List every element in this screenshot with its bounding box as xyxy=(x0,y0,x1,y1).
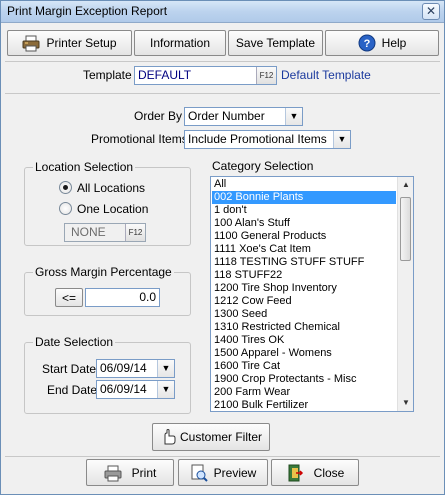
category-list-item[interactable]: 1500 Apparel - Womens xyxy=(212,347,396,360)
category-list-item[interactable]: 1900 Crop Protectants - Misc xyxy=(212,373,396,386)
window-close-button[interactable]: ✕ xyxy=(422,3,440,20)
svg-text:?: ? xyxy=(363,38,370,50)
close-label: Close xyxy=(313,465,345,480)
start-date-label: Start Date xyxy=(42,362,97,376)
bottom-divider xyxy=(5,456,440,457)
print-button[interactable]: Print xyxy=(86,459,174,486)
category-list-item[interactable]: 1200 Tire Shop Inventory xyxy=(212,282,396,295)
chevron-down-icon: ▼ xyxy=(333,131,350,148)
one-location-label: One Location xyxy=(77,202,149,216)
date-group-title: Date Selection xyxy=(33,335,116,349)
help-icon: ? xyxy=(358,34,376,52)
category-list-item[interactable]: 118 STUFF22 xyxy=(212,269,396,282)
save-template-label: Save Template xyxy=(235,36,316,50)
category-list-item[interactable]: 1212 Cow Feed xyxy=(212,295,396,308)
template-description: Default Template xyxy=(281,68,371,82)
chevron-down-icon: ▼ xyxy=(157,381,174,398)
report-window: Print Margin Exception Report ✕ Printer … xyxy=(0,0,445,495)
customer-filter-label: Customer Filter xyxy=(179,430,262,444)
customer-filter-button[interactable]: Customer Filter xyxy=(152,423,270,451)
order-by-select[interactable]: Order Number ▼ xyxy=(184,107,303,126)
close-button[interactable]: Close xyxy=(271,459,359,486)
margin-value: 0.0 xyxy=(139,290,156,304)
print-label: Print xyxy=(131,465,157,480)
order-by-label: Order By xyxy=(134,109,183,123)
start-date-value: 06/09/14 xyxy=(100,361,147,375)
chevron-down-icon: ▼ xyxy=(157,360,174,377)
category-label: Category Selection xyxy=(212,159,314,173)
exit-door-icon xyxy=(288,464,303,481)
printer-setup-button[interactable]: Printer Setup xyxy=(7,30,132,56)
promotional-value: Include Promotional Items xyxy=(188,132,327,146)
chevron-down-icon: ▼ xyxy=(285,108,302,125)
category-list-item[interactable]: 200 Farm Wear xyxy=(212,386,396,399)
printer-icon xyxy=(104,465,122,481)
category-list-item[interactable]: 002 Bonnie Plants xyxy=(212,191,396,204)
promotional-label: Promotional Items xyxy=(91,132,188,146)
information-button[interactable]: Information xyxy=(134,30,226,56)
template-lookup-button[interactable]: F12 xyxy=(256,67,276,84)
printer-setup-label: Printer Setup xyxy=(46,36,117,50)
margin-value-input[interactable]: 0.0 xyxy=(85,288,160,307)
pointer-hand-icon xyxy=(164,429,176,445)
category-listbox[interactable]: All 002 Bonnie Plants 1 don't 100 Alan's St… xyxy=(210,176,414,412)
preview-button[interactable]: Preview xyxy=(178,459,268,486)
order-by-value: Order Number xyxy=(188,109,265,123)
category-list-item[interactable]: 1310 Restricted Chemical xyxy=(212,321,396,334)
category-list-item[interactable]: 1 don't xyxy=(212,204,396,217)
scroll-down-icon[interactable]: ▼ xyxy=(398,395,413,411)
start-date-picker[interactable]: 06/09/14 ▼ xyxy=(96,359,175,378)
location-value: NONE xyxy=(71,225,106,239)
category-list-item[interactable]: 2100 Bulk Fertilizer xyxy=(212,399,396,411)
help-button[interactable]: ? Help xyxy=(325,30,439,56)
date-group: Date Selection xyxy=(24,335,191,414)
toolbar-divider xyxy=(5,61,440,62)
category-list-item[interactable]: 1118 TESTING STUFF STUFF xyxy=(212,256,396,269)
margin-operator-button[interactable]: <= xyxy=(55,288,83,307)
category-list-item[interactable]: 1100 General Products xyxy=(212,230,396,243)
location-input: NONE F12 xyxy=(64,223,146,242)
category-list-item[interactable]: 1600 Tire Cat xyxy=(212,360,396,373)
template-divider xyxy=(5,93,440,94)
information-label: Information xyxy=(149,36,211,50)
scroll-thumb[interactable] xyxy=(400,197,411,261)
end-date-label: End Date xyxy=(47,383,98,397)
category-list-item[interactable]: 1300 Seed xyxy=(212,308,396,321)
location-group-title: Location Selection xyxy=(33,160,136,174)
preview-icon xyxy=(191,464,208,482)
template-input[interactable]: DEFAULT F12 xyxy=(134,66,277,85)
template-label: Template xyxy=(83,68,132,82)
location-lookup-button: F12 xyxy=(125,224,145,241)
end-date-value: 06/09/14 xyxy=(100,382,147,396)
title-bar: Print Margin Exception Report ✕ xyxy=(1,1,444,23)
category-list-item[interactable]: 1400 Tires OK xyxy=(212,334,396,347)
category-list-item[interactable]: 1111 Xoe's Cat Item xyxy=(212,243,396,256)
all-locations-label: All Locations xyxy=(77,181,146,195)
help-label: Help xyxy=(381,36,407,50)
printer-icon xyxy=(22,35,40,52)
scroll-up-icon[interactable]: ▲ xyxy=(398,177,413,193)
category-list-item[interactable]: 100 Alan's Stuff xyxy=(212,217,396,230)
margin-operator-label: <= xyxy=(61,290,76,305)
category-list-item[interactable]: All xyxy=(212,178,396,191)
window-title: Print Margin Exception Report xyxy=(7,4,168,18)
template-value: DEFAULT xyxy=(138,68,192,82)
preview-label: Preview xyxy=(213,465,257,480)
promotional-select[interactable]: Include Promotional Items ▼ xyxy=(184,130,351,149)
end-date-picker[interactable]: 06/09/14 ▼ xyxy=(96,380,175,399)
one-location-radio[interactable] xyxy=(59,202,72,215)
category-scrollbar[interactable]: ▲ ▼ xyxy=(397,177,413,411)
save-template-button[interactable]: Save Template xyxy=(228,30,323,56)
gross-margin-group-title: Gross Margin Percentage xyxy=(33,265,174,279)
all-locations-radio[interactable] xyxy=(59,181,72,194)
